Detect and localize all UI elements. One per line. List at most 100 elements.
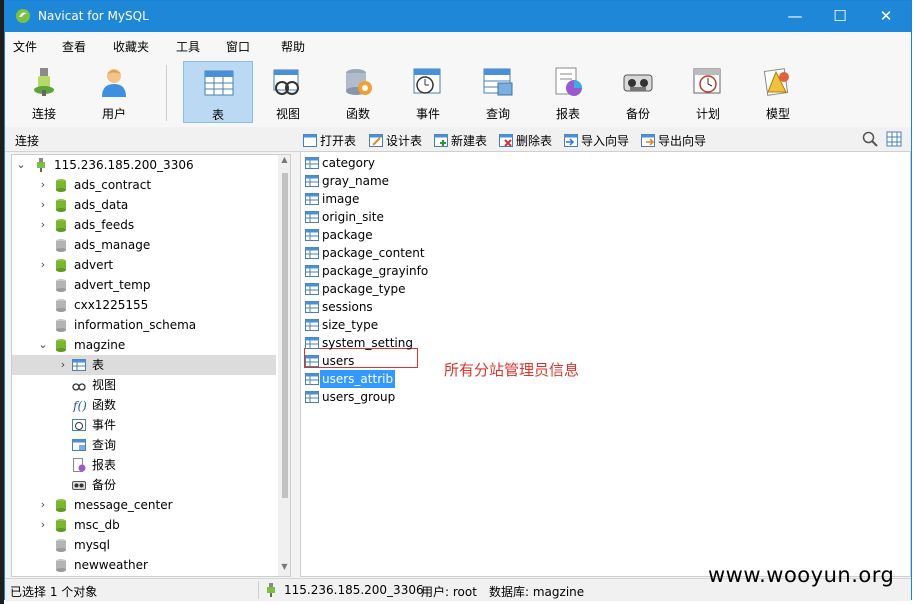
tree-object-report[interactable]: 报表 xyxy=(12,455,276,475)
query-icon xyxy=(483,68,513,96)
scroll-down-icon[interactable]: ▼ xyxy=(278,562,290,576)
tree-database-ads_feeds[interactable]: › ads_feeds xyxy=(12,215,276,235)
tree-database-cxx1225155[interactable]: cxx1225155 xyxy=(12,295,276,315)
delete-table-icon xyxy=(499,134,513,147)
toolbar-event-button[interactable]: 事件 xyxy=(395,61,461,123)
backup-icon xyxy=(623,74,653,92)
grid-view-icon[interactable] xyxy=(886,131,902,147)
tree-database-newweather[interactable]: newweather xyxy=(12,555,276,575)
tree-item-label: 备份 xyxy=(92,478,117,492)
close-button[interactable]: ✕ xyxy=(863,1,909,32)
chevron-right-icon[interactable]: › xyxy=(38,495,48,515)
toolbar-user-button[interactable]: 用户 xyxy=(81,61,147,123)
pane-splitter[interactable] xyxy=(292,154,300,577)
table-name: users xyxy=(322,354,355,368)
table-name: package_content xyxy=(322,246,425,260)
chevron-down-icon[interactable]: ⌄ xyxy=(16,155,26,175)
tree-database-msc_db[interactable]: › msc_db xyxy=(12,515,276,535)
tree-item-label: newweather xyxy=(74,558,148,572)
toolbar-view-button[interactable]: 视图 xyxy=(255,61,321,123)
title-bar[interactable]: Navicat for MySQL — ☐ ✕ xyxy=(5,1,911,32)
tree-object-event[interactable]: 事件 xyxy=(12,415,276,435)
tree-database-advert[interactable]: › advert xyxy=(12,255,276,275)
database-icon xyxy=(56,259,66,272)
database-icon xyxy=(56,299,66,312)
tree-database-ads_data[interactable]: › ads_data xyxy=(12,195,276,215)
model-icon xyxy=(763,68,789,96)
chevron-right-icon[interactable]: › xyxy=(38,515,48,535)
design-table-button[interactable]: 设计表 xyxy=(369,132,422,149)
table-icon xyxy=(305,283,319,295)
export-wizard-button[interactable]: 导出向导 xyxy=(641,132,706,149)
svg-text:f(): f() xyxy=(72,399,86,412)
tree-object-table[interactable]: › 表 xyxy=(12,355,276,375)
tree-database-information_schema[interactable]: information_schema xyxy=(12,315,276,335)
tree-item-label: 表 xyxy=(92,358,105,372)
minimize-button[interactable]: — xyxy=(772,1,818,32)
table-icon xyxy=(305,211,319,223)
status-connection: 115.236.185.200_3306 xyxy=(284,583,424,597)
schedule-icon xyxy=(693,68,721,94)
import-wizard-button[interactable]: 导入向导 xyxy=(564,132,629,149)
table-name: package_type xyxy=(322,282,406,296)
connection-icon xyxy=(37,158,45,172)
chevron-right-icon[interactable]: › xyxy=(58,355,68,375)
chevron-right-icon[interactable]: › xyxy=(38,215,48,235)
chevron-right-icon[interactable]: › xyxy=(38,175,48,195)
toolbar-report-button[interactable]: 报表 xyxy=(535,61,601,123)
tree-database-ads_contract[interactable]: › ads_contract xyxy=(12,175,276,195)
chevron-down-icon[interactable]: ⌄ xyxy=(38,335,48,355)
tree-item-label: magzine xyxy=(74,338,126,352)
tree-item-label: ads_feeds xyxy=(74,218,135,232)
chevron-right-icon[interactable]: › xyxy=(38,255,48,275)
menu-tools[interactable]: 工具 xyxy=(176,38,200,55)
toolbar-backup-button[interactable]: 备份 xyxy=(605,61,671,123)
tree-database-magzine[interactable]: ⌄ magzine xyxy=(12,335,276,355)
chevron-right-icon[interactable]: › xyxy=(38,195,48,215)
toolbar-function-button[interactable]: 函数 xyxy=(325,61,391,123)
table-name: size_type xyxy=(322,318,379,332)
function-icon: f() xyxy=(72,399,86,412)
tree-object-function[interactable]: f() 函数 xyxy=(12,395,276,415)
tree-item-label: 视图 xyxy=(92,378,117,392)
toolbar-model-button[interactable]: 模型 xyxy=(745,61,811,123)
menu-view[interactable]: 查看 xyxy=(62,38,86,55)
app-window: Navicat for MySQL — ☐ ✕ 文件 查看 收藏夹 工具 窗口 … xyxy=(4,0,912,601)
menu-window[interactable]: 窗口 xyxy=(226,38,250,55)
tree-object-backup[interactable]: 备份 xyxy=(12,475,276,495)
menu-favorites[interactable]: 收藏夹 xyxy=(113,38,149,55)
tree-object-query[interactable]: 查询 xyxy=(12,435,276,455)
table-name: users_group xyxy=(322,390,396,404)
tree-database-mysql[interactable]: mysql xyxy=(12,535,276,555)
database-icon xyxy=(56,199,66,212)
menu-help[interactable]: 帮助 xyxy=(281,38,305,55)
tree-item-label: msc_db xyxy=(74,518,120,532)
connection-icon xyxy=(267,583,275,597)
open-table-button[interactable]: 打开表 xyxy=(303,132,356,149)
delete-table-button[interactable]: 删除表 xyxy=(499,132,552,149)
main-toolbar: 连接 用户 表 视图 函数 事件 查询 报表 备份 计划 模型 xyxy=(5,58,911,128)
toolbar-schedule-button[interactable]: 计划 xyxy=(675,61,741,123)
table-icon xyxy=(305,265,319,277)
table-icon xyxy=(305,391,319,403)
tree-item-label: mysql xyxy=(74,538,110,552)
toolbar-query-button[interactable]: 查询 xyxy=(465,61,531,123)
table-name: origin_site xyxy=(322,210,384,224)
toolbar-connection-button[interactable]: 连接 xyxy=(11,61,77,123)
status-selection: 已选择 1 个对象 xyxy=(10,585,98,599)
tree-database-advert_temp[interactable]: advert_temp xyxy=(12,275,276,295)
tree-scroll-thumb[interactable] xyxy=(282,173,288,498)
menu-file[interactable]: 文件 xyxy=(13,38,37,55)
new-table-button[interactable]: 新建表 xyxy=(434,132,487,149)
tree-item-label: advert xyxy=(74,258,114,272)
toolbar-table-button[interactable]: 表 xyxy=(183,61,253,123)
scroll-up-icon[interactable]: ▲ xyxy=(278,155,290,169)
connection-icon xyxy=(34,68,54,96)
database-icon xyxy=(56,219,66,232)
maximize-button[interactable]: ☐ xyxy=(817,1,863,32)
tree-database-ads_manage[interactable]: ads_manage xyxy=(12,235,276,255)
tree-object-view[interactable]: 视图 xyxy=(12,375,276,395)
tree-database-message_center[interactable]: › message_center xyxy=(12,495,276,515)
tree-connection-root[interactable]: ⌄ 115.236.185.200_3306 xyxy=(12,155,276,175)
search-icon[interactable] xyxy=(862,131,878,147)
